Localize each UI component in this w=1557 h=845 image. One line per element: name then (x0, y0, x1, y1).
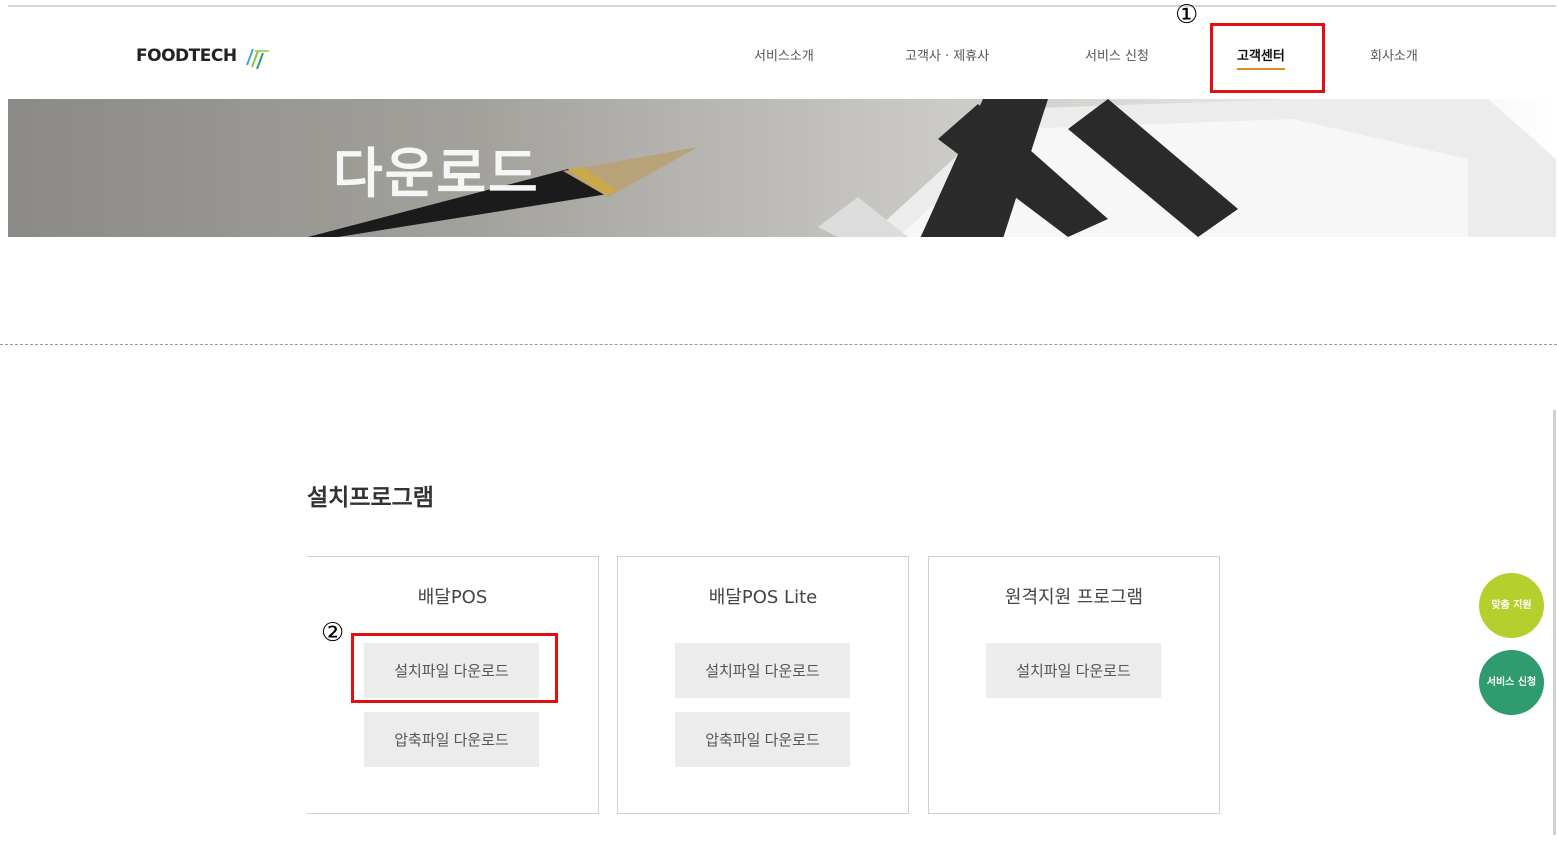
highlight-box-step2 (351, 633, 558, 703)
banner-title: 다운로드 (333, 142, 540, 205)
highlight-box-step1 (1210, 23, 1325, 93)
card-delivery-pos-lite: 배달POS Lite 설치파일 다운로드 압축파일 다운로드 (617, 556, 909, 814)
page-banner: 다운로드 (8, 99, 1556, 237)
banner-illustration (308, 99, 1556, 237)
nav-company-intro[interactable]: 회사소개 (1370, 45, 1418, 64)
install-file-download-button[interactable]: 설치파일 다운로드 (675, 643, 850, 698)
nav-service-intro[interactable]: 서비스소개 (754, 45, 814, 64)
zip-file-download-button[interactable]: 압축파일 다운로드 (364, 712, 539, 767)
card-title: 배달POS Lite (708, 587, 818, 608)
nav-service-apply[interactable]: 서비스 신청 (1085, 45, 1149, 64)
card-title: 원격지원 프로그램 (1004, 587, 1144, 608)
scrollbar[interactable] (1553, 410, 1556, 835)
section-title: 설치프로그램 (307, 485, 434, 511)
step-marker-2: ② (319, 618, 347, 648)
floating-support-button[interactable]: 맞춤 지원 (1479, 573, 1544, 638)
zip-file-download-button[interactable]: 압축파일 다운로드 (675, 712, 850, 767)
install-file-download-button[interactable]: 설치파일 다운로드 (986, 643, 1161, 698)
section-divider (0, 344, 1557, 345)
card-title: 배달POS (417, 587, 488, 608)
floating-apply-button[interactable]: 서비스 신청 (1479, 650, 1544, 715)
card-remote-support: 원격지원 프로그램 설치파일 다운로드 (928, 556, 1220, 814)
nav-clients-partners[interactable]: 고객사 · 제휴사 (905, 45, 989, 64)
step-marker-1: ① (1175, 0, 1199, 30)
